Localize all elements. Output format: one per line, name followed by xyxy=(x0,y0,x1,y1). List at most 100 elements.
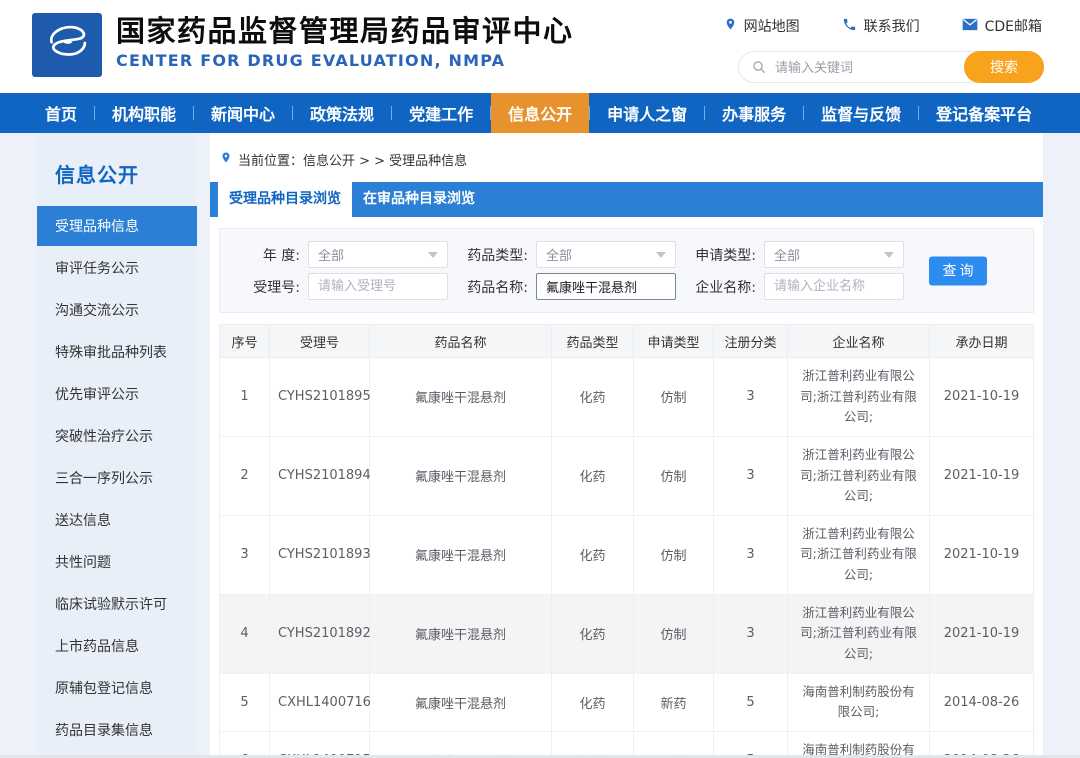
main-panel: 当前位置：信息公开 > > 受理品种信息 受理品种目录浏览 在审品种目录浏览 年… xyxy=(210,133,1043,758)
year-select[interactable]: 全部 xyxy=(308,241,448,268)
column-header: 序号 xyxy=(219,324,270,358)
tab-bar: 受理品种目录浏览 在审品种目录浏览 xyxy=(210,182,1043,217)
table-cell: 3 xyxy=(713,357,788,437)
sidebar-item-13[interactable]: 药品目录集信息 xyxy=(37,710,197,750)
company-input[interactable] xyxy=(764,273,904,300)
table-cell: 2 xyxy=(219,435,270,516)
page: 国家药品监督管理局药品审评中心 CENTER FOR DRUG EVALUATI… xyxy=(0,0,1080,758)
table-cell: 5 xyxy=(713,730,788,758)
site-subtitle: CENTER FOR DRUG EVALUATION, NMPA xyxy=(116,51,506,71)
drug-type-select[interactable]: 全部 xyxy=(536,241,676,268)
column-header: 受理号 xyxy=(269,324,370,358)
column-header: 药品名称 xyxy=(369,324,552,358)
filter-row-2: 受理号: 药品名称: 企业名称: xyxy=(230,273,1023,300)
nav-item-8[interactable]: 办事服务 xyxy=(705,93,803,133)
cde-mail-link[interactable]: CDE邮箱 xyxy=(962,16,1042,36)
site-search-input[interactable] xyxy=(775,52,955,82)
table-cell: 氟康唑干混悬剂 xyxy=(369,672,552,732)
table-cell: 仿制 xyxy=(633,593,714,674)
sidebar-item-6[interactable]: 突破性治疗公示 xyxy=(37,416,197,456)
sidebar-item-8[interactable]: 送达信息 xyxy=(37,500,197,540)
sidebar-item-7[interactable]: 三合一序列公示 xyxy=(37,458,197,498)
table-cell: 新药 xyxy=(633,672,714,732)
table-row[interactable]: 2 CYHS2101894 氟康唑干混悬剂 化药 仿制 3 浙江普利药业有限公司;浙江普利药… xyxy=(219,435,1034,516)
table-cell: 浙江普利药业有限公司;浙江普利药业有限公司; xyxy=(787,514,930,595)
table-cell: 浙江普利药业有限公司;浙江普利药业有限公司; xyxy=(787,357,930,437)
table-cell: CYHS2101893 xyxy=(269,514,371,595)
table-row[interactable]: 1 CYHS2101895 氟康唑干混悬剂 化药 仿制 3 浙江普利药业有限公司;浙江普利药… xyxy=(219,357,1034,437)
nav-item-2[interactable]: 机构职能 xyxy=(95,93,193,133)
breadcrumb: 当前位置：信息公开 > > 受理品种信息 xyxy=(210,133,1043,169)
column-header: 企业名称 xyxy=(787,324,930,358)
sidebar-item-11[interactable]: 上市药品信息 xyxy=(37,626,197,666)
sitemap-link[interactable]: 网站地图 xyxy=(724,16,800,36)
table-cell: 新药 xyxy=(633,730,714,758)
table-cell: CYHS2101895 xyxy=(269,357,371,437)
table-cell: CXHL1400715 xyxy=(269,730,371,758)
table-header-row: 序号 受理号 药品名称 药品类型 申请类型 注册分类 企业名称 承办日期 xyxy=(219,324,1034,358)
year-filter: 年 度: 全部 xyxy=(230,241,448,268)
table-cell: 1 xyxy=(219,357,270,437)
content-area: 信息公开 受理品种信息 审评任务公示 沟通交流公示 特殊审批品种列表 优先审评公示 突破性… xyxy=(0,133,1080,758)
nav-item-3[interactable]: 新闻中心 xyxy=(194,93,292,133)
site-header: 国家药品监督管理局药品审评中心 CENTER FOR DRUG EVALUATI… xyxy=(0,0,1080,93)
company-label: 企业名称: xyxy=(695,279,756,296)
table-cell: 化药 xyxy=(551,435,634,516)
apply-type-label: 申请类型: xyxy=(695,247,756,264)
nav-item-10[interactable]: 登记备案平台 xyxy=(919,93,1049,133)
sidebar-item-2[interactable]: 审评任务公示 xyxy=(37,248,197,288)
title-block: 国家药品监督管理局药品审评中心 CENTER FOR DRUG EVALUATI… xyxy=(116,14,574,71)
nav-item-9[interactable]: 监督与反馈 xyxy=(804,93,918,133)
sidebar-item-9[interactable]: 共性问题 xyxy=(37,542,197,582)
sidebar-item-1[interactable]: 受理品种信息 xyxy=(37,206,197,246)
nav-item-1[interactable]: 首页 xyxy=(28,93,94,133)
column-header: 注册分类 xyxy=(713,324,788,358)
sidebar-menu: 受理品种信息 审评任务公示 沟通交流公示 特殊审批品种列表 优先审评公示 突破性治疗公示三… xyxy=(37,206,197,758)
drug-name-input[interactable] xyxy=(536,273,676,300)
table-row[interactable]: 4 CYHS2101892 氟康唑干混悬剂 化药 仿制 3 浙江普利药业有限公司;浙江普利药… xyxy=(219,593,1034,674)
tab-accepted-catalog[interactable]: 受理品种目录浏览 xyxy=(218,182,352,217)
table-cell: 浙江普利药业有限公司;浙江普利药业有限公司; xyxy=(787,593,930,674)
header-links: 网站地图 联系我们 CDE邮箱 xyxy=(724,16,1042,36)
sidebar-item-10[interactable]: 临床试验默示许可 xyxy=(37,584,197,624)
table-row[interactable]: 3 CYHS2101893 氟康唑干混悬剂 化药 仿制 3 浙江普利药业有限公司;浙江普利药… xyxy=(219,514,1034,595)
chevron-down-icon xyxy=(656,251,666,258)
table-cell: 仿制 xyxy=(633,357,714,437)
contact-link[interactable]: 联系我们 xyxy=(842,16,920,36)
table-cell: CXHL1400716 xyxy=(269,672,371,732)
table-cell: 4 xyxy=(219,593,270,674)
phone-icon xyxy=(842,17,857,36)
year-label: 年 度: xyxy=(262,247,300,264)
sidebar-item-12[interactable]: 原辅包登记信息 xyxy=(37,668,197,708)
breadcrumb-pin-icon xyxy=(220,150,232,169)
table-row[interactable]: 5 CXHL1400716 氟康唑干混悬剂 化药 新药 5 海南普利制药股份有限公司; 201… xyxy=(219,672,1034,732)
column-header: 药品类型 xyxy=(551,324,634,358)
sidebar-item-3[interactable]: 沟通交流公示 xyxy=(37,290,197,330)
table-cell: 3 xyxy=(219,514,270,595)
table-cell: 仿制 xyxy=(633,435,714,516)
year-select-value: 全部 xyxy=(318,249,345,264)
table-cell: 仿制 xyxy=(633,514,714,595)
cde-logo xyxy=(32,13,102,77)
sidebar-item-4[interactable]: 特殊审批品种列表 xyxy=(37,332,197,372)
apply-type-filter: 申请类型: 全部 xyxy=(686,241,904,268)
location-pin-icon xyxy=(724,16,737,36)
apply-type-select-value: 全部 xyxy=(774,249,801,264)
drug-name-filter: 药品名称: xyxy=(458,273,676,300)
nav-item-4[interactable]: 政策法规 xyxy=(293,93,391,133)
accept-no-label: 受理号: xyxy=(253,279,300,296)
table-cell: 化药 xyxy=(551,730,634,758)
drug-type-select-value: 全部 xyxy=(546,249,573,264)
nav-item-5[interactable]: 党建工作 xyxy=(392,93,490,133)
query-button[interactable]: 查询 xyxy=(929,256,987,285)
table-cell: 2014-08-26 xyxy=(929,730,1034,758)
accept-no-input[interactable] xyxy=(308,273,448,300)
site-search-button[interactable]: 搜索 xyxy=(964,51,1044,83)
chevron-down-icon xyxy=(884,251,894,258)
tab-under-review-catalog[interactable]: 在审品种目录浏览 xyxy=(352,182,486,217)
nav-item-6[interactable]: 信息公开 xyxy=(491,93,590,133)
table-row[interactable]: 6CXHL1400715氟康唑干混悬剂化药新药5海南普利制药股份有限公司;201… xyxy=(219,730,1034,758)
nav-item-7[interactable]: 申请人之窗 xyxy=(590,93,704,133)
apply-type-select[interactable]: 全部 xyxy=(764,241,904,268)
sidebar-item-5[interactable]: 优先审评公示 xyxy=(37,374,197,414)
